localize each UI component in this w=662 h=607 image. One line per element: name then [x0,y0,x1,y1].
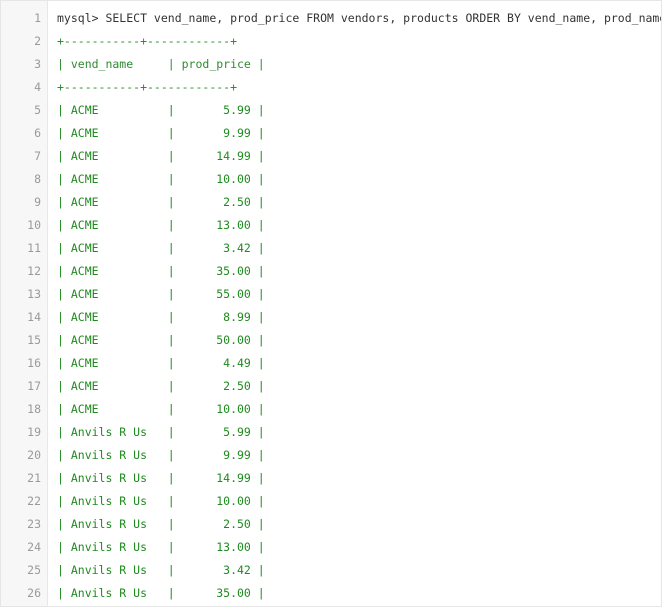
code-line: 21 | Anvils R Us | 14.99 | [1,467,661,490]
table-row: | Anvils R Us | 13.00 | [57,540,265,554]
table-row: | Anvils R Us | 10.00 | [57,494,265,508]
line-number: 1 [34,11,41,25]
code-line: 2 +-----------+------------+ [1,30,661,53]
table-row: | ACME | 8.99 | [57,310,265,324]
line-number: 25 [27,563,41,577]
table-row: | ACME | 14.99 | [57,149,265,163]
line-number: 17 [27,379,41,393]
table-row: | ACME | 13.00 | [57,218,265,232]
code-line: 24 | Anvils R Us | 13.00 | [1,536,661,559]
table-row: | ACME | 10.00 | [57,402,265,416]
line-number: 23 [27,517,41,531]
table-row: | ACME | 55.00 | [57,287,265,301]
line-number: 2 [34,34,41,48]
table-row: | Anvils R Us | 14.99 | [57,471,265,485]
code-line: 12 | ACME | 35.00 | [1,260,661,283]
table-border-line: +-----------+------------+ [57,80,238,94]
table-row: | ACME | 3.42 | [57,241,265,255]
line-number: 9 [34,195,41,209]
code-line: 16 | ACME | 4.49 | [1,352,661,375]
line-number: 7 [34,149,41,163]
line-number: 22 [27,494,41,508]
code-line: 15 | ACME | 50.00 | [1,329,661,352]
table-row: | Anvils R Us | 35.00 | [57,586,265,600]
code-line: 9 | ACME | 2.50 | [1,191,661,214]
table-row: | Anvils R Us | 3.42 | [57,563,265,577]
line-number: 21 [27,471,41,485]
code-line: 13 | ACME | 55.00 | [1,283,661,306]
code-line: 7 | ACME | 14.99 | [1,145,661,168]
code-line: 11 | ACME | 3.42 | [1,237,661,260]
line-number: 12 [27,264,41,278]
line-number: 4 [34,80,41,94]
line-number: 13 [27,287,41,301]
code-line: 4 +-----------+------------+ [1,76,661,99]
table-row: | ACME | 5.99 | [57,103,265,117]
line-number: 11 [27,241,41,255]
line-number: 24 [27,540,41,554]
code-line: 14 | ACME | 8.99 | [1,306,661,329]
line-number: 16 [27,356,41,370]
code-line: 5 | ACME | 5.99 | [1,99,661,122]
code-line: 23 | Anvils R Us | 2.50 | [1,513,661,536]
line-number: 26 [27,586,41,600]
code-line: 26 | Anvils R Us | 35.00 | [1,582,661,605]
line-number: 15 [27,333,41,347]
code-line: 17 | ACME | 2.50 | [1,375,661,398]
code-line: 18 | ACME | 10.00 | [1,398,661,421]
line-number: 6 [34,126,41,140]
code-line: 8 | ACME | 10.00 | [1,168,661,191]
line-number: 3 [34,57,41,71]
code-line: 19 | Anvils R Us | 5.99 | [1,421,661,444]
table-border-line: +-----------+------------+ [57,34,238,48]
line-number: 20 [27,448,41,462]
code-line: 3 | vend_name | prod_price | [1,53,661,76]
code-line: 20 | Anvils R Us | 9.99 | [1,444,661,467]
code-line: 22 | Anvils R Us | 10.00 | [1,490,661,513]
code-viewer: 1 mysql> SELECT vend_name, prod_price FRO… [0,0,662,607]
table-row: | ACME | 2.50 | [57,379,265,393]
line-number: 14 [27,310,41,324]
line-number: 5 [34,103,41,117]
code-line: 6 | ACME | 9.99 | [1,122,661,145]
table-border-line: | vend_name | prod_price | [57,57,265,71]
line-number: 19 [27,425,41,439]
code-lines: 1 mysql> SELECT vend_name, prod_price FRO… [1,7,661,605]
table-row: | ACME | 4.49 | [57,356,265,370]
table-row: | ACME | 35.00 | [57,264,265,278]
line-number: 18 [27,402,41,416]
table-row: | Anvils R Us | 5.99 | [57,425,265,439]
line-number: 8 [34,172,41,186]
table-row: | ACME | 50.00 | [57,333,265,347]
code-line: 1 mysql> SELECT vend_name, prod_price FRO… [1,7,661,30]
table-row: | ACME | 10.00 | [57,172,265,186]
table-row: | ACME | 9.99 | [57,126,265,140]
line-number: 10 [27,218,41,232]
table-row: | ACME | 2.50 | [57,195,265,209]
code-line: 10 | ACME | 13.00 | [1,214,661,237]
table-row: | Anvils R Us | 9.99 | [57,448,265,462]
code-line: 25 | Anvils R Us | 3.42 | [1,559,661,582]
sql-command: mysql> SELECT vend_name, prod_price FROM… [57,11,662,25]
table-row: | Anvils R Us | 2.50 | [57,517,265,531]
